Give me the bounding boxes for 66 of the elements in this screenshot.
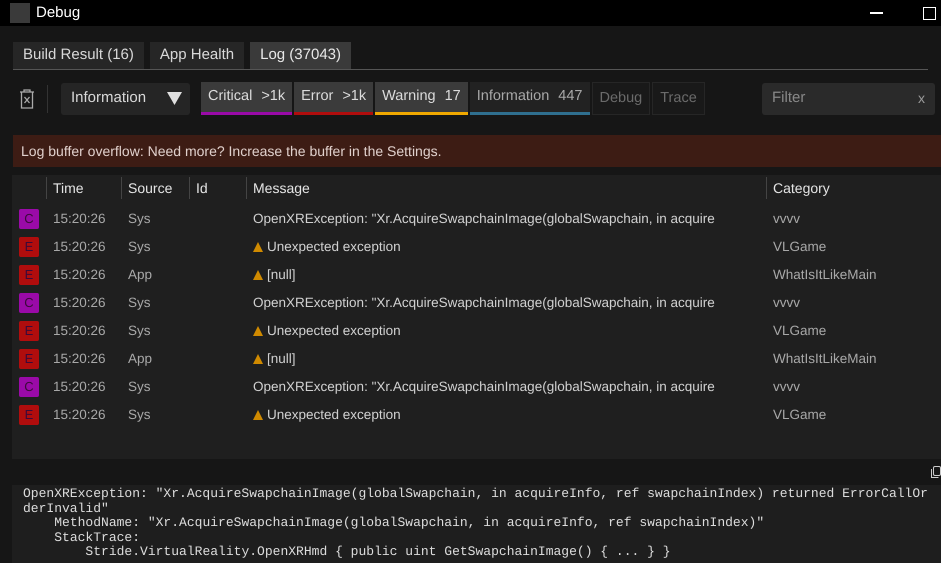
details-line: Stride.VirtualReality.OpenXRHmd { public uint GetSwapchainImage() { ... } }: [84, 545, 672, 560]
table-cell-text: 15:20:26: [53, 210, 106, 228]
table-cell-text: 15:20:26: [53, 294, 106, 312]
table-cell-text: Sys: [128, 210, 151, 228]
table-cell-text: Unexpected exception: [267, 322, 401, 340]
table-cell-text: 15:20:26: [53, 378, 106, 396]
table-cell-text: WhatIsItLikeMain: [773, 350, 877, 368]
table-cell-text: App: [128, 350, 152, 368]
table-cell-text: WhatIsItLikeMain: [773, 266, 877, 284]
level-badge: E: [19, 265, 39, 285]
table-cell-text: 15:20:26: [53, 406, 106, 424]
tab[interactable]: Build Result (16): [13, 42, 144, 69]
table-cell-text: VLGame: [773, 406, 826, 424]
maximize-icon[interactable]: [923, 6, 936, 20]
level-badge: C: [19, 209, 39, 229]
table-cell-text: [null]: [267, 266, 296, 284]
column-header[interactable]: Source: [128, 178, 172, 198]
filter-field[interactable]: Filter x: [762, 82, 935, 114]
app-icon: [10, 3, 30, 23]
table-cell-text: Unexpected exception: [267, 238, 401, 256]
table-cell-text: [null]: [267, 350, 296, 368]
table-cell-text: Sys: [128, 238, 151, 256]
column-header[interactable]: Category: [773, 178, 830, 198]
details-line: OpenXRException: "Xr.AcquireSwapchainImage(globalSwapchain, in acquireInfo, ref swapchainIndex) returned ErrorCallOrderInvalid": [23, 487, 929, 516]
table-cell-text: 15:20:26: [53, 266, 106, 284]
dropdown-arrow-icon: [167, 92, 182, 105]
details-line: StackTrace:: [53, 530, 142, 545]
table-cell-text: 15:20:26: [53, 238, 106, 256]
table-cell-text: VLGame: [773, 322, 826, 340]
level-badge: C: [19, 293, 39, 313]
level-badge: E: [19, 321, 39, 341]
table-cell-text: Sys: [128, 322, 151, 340]
level-filter-button[interactable]: Information 447: [470, 82, 590, 115]
tab[interactable]: Log (37043): [250, 42, 352, 69]
table-cell-text: App: [128, 266, 152, 284]
table-cell-text: OpenXRException: "Xr.AcquireSwapchainImage(globalSwapchain, in acquire: [253, 294, 715, 312]
table-cell-text: vvvv: [773, 210, 800, 228]
level-badge: E: [19, 237, 39, 257]
clear-filter-button[interactable]: x: [918, 88, 925, 109]
window-title: Debug: [36, 2, 80, 23]
table-cell-text: VLGame: [773, 238, 826, 256]
table-cell-text: Sys: [128, 406, 151, 424]
level-badge: E: [19, 405, 39, 425]
table-cell-text: 15:20:26: [53, 350, 106, 368]
table-cell-text: vvvv: [773, 378, 800, 396]
level-dropdown[interactable]: Information: [61, 82, 190, 114]
clear-log-icon[interactable]: [19, 88, 35, 108]
details-line: MethodName: "Xr.AcquireSwapchainImage(globalSwapchain, in acquireInfo, ref swapchainIndex)": [53, 516, 766, 530]
table-cell-text: Unexpected exception: [267, 406, 401, 424]
table-cell-text: Sys: [128, 378, 151, 396]
table-cell-text: 15:20:26: [53, 322, 106, 340]
level-badge: C: [19, 377, 39, 397]
table-cell-text: vvvv: [773, 294, 800, 312]
level-badge: E: [19, 349, 39, 369]
tab[interactable]: App Health: [150, 42, 244, 69]
copy-icon[interactable]: [930, 466, 941, 478]
level-filter-button[interactable]: Critical >1k: [201, 82, 292, 115]
column-header[interactable]: Message: [253, 178, 310, 198]
table-cell-text: OpenXRException: "Xr.AcquireSwapchainImage(globalSwapchain, in acquire: [253, 378, 715, 396]
table-cell-text: OpenXRException: "Xr.AcquireSwapchainImage(globalSwapchain, in acquire: [253, 210, 715, 228]
level-filter-button[interactable]: Warning 17: [375, 82, 468, 115]
overflow-warning-banner: Log buffer overflow: Need more? Increase the buffer in the Settings.: [13, 135, 941, 167]
table-cell-text: Sys: [128, 294, 151, 312]
level-filter-button[interactable]: Error >1k: [294, 82, 374, 115]
column-header[interactable]: Id: [196, 178, 208, 198]
column-header[interactable]: Time: [53, 178, 84, 198]
